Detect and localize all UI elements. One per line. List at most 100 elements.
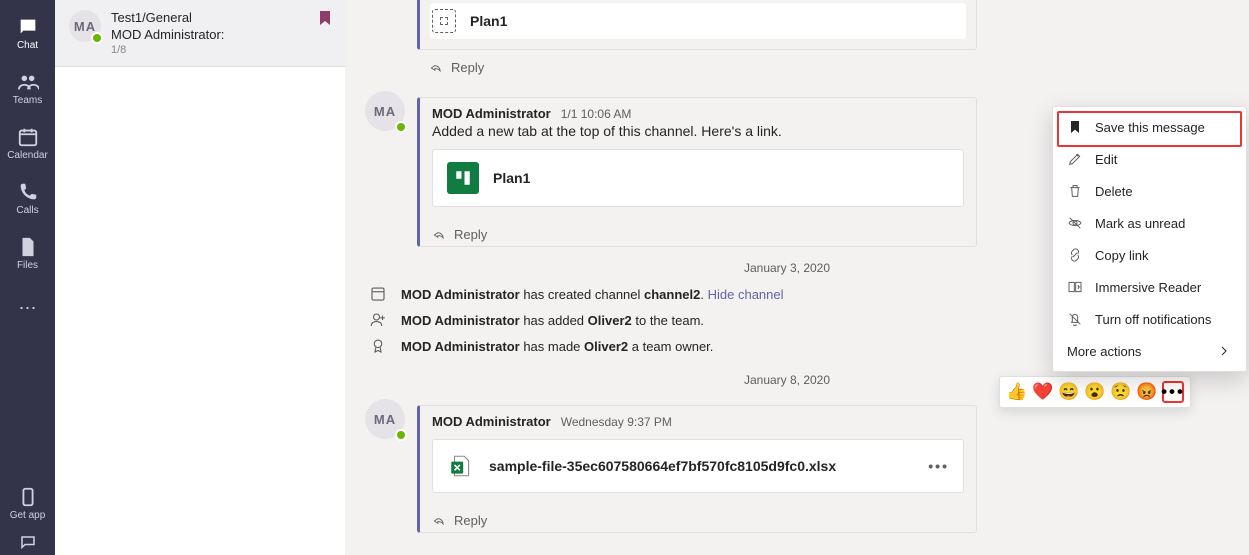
message-text: Added a new tab at the top of this chann… (432, 123, 964, 139)
menu-unread[interactable]: Mark as unread (1053, 207, 1246, 239)
avatar-initials: MA (74, 19, 96, 34)
reaction-surprised[interactable]: 😮 (1084, 381, 1106, 403)
menu-edit[interactable]: Edit (1053, 143, 1246, 175)
ellipsis-icon: ••• (1161, 382, 1185, 402)
avatar: MA (69, 10, 101, 42)
message-header: MOD Administrator Wednesday 9:37 PM (432, 414, 964, 429)
avatar: MA (365, 399, 405, 439)
unread-icon (1067, 215, 1083, 231)
edit-icon (1067, 151, 1083, 167)
menu-save-message[interactable]: Save this message (1053, 111, 1246, 143)
menu-label: More actions (1067, 344, 1141, 359)
message-date: 1/8 (111, 44, 331, 56)
bell-off-icon (1067, 311, 1083, 327)
message-author: MOD Administrator (432, 414, 551, 429)
bookmark-icon (319, 10, 331, 26)
message-header: MOD Administrator 1/1 10:06 AM (432, 106, 964, 121)
message-body: MOD Administrator Wednesday 9:37 PM samp… (417, 405, 977, 533)
menu-turn-off-notifications[interactable]: Turn off notifications (1053, 303, 1246, 335)
rail-getapp[interactable]: Get app (0, 476, 55, 531)
menu-label: Immersive Reader (1095, 280, 1201, 295)
rail-files-label: Files (17, 260, 38, 271)
add-user-icon (369, 311, 387, 329)
attachment-more-button[interactable]: ••• (928, 458, 949, 474)
menu-delete[interactable]: Delete (1053, 175, 1246, 207)
reaction-like[interactable]: 👍 (1006, 381, 1028, 403)
avatar-initials: MA (374, 104, 396, 119)
delete-icon (1067, 183, 1083, 199)
message-card: Plan1 (417, 0, 977, 50)
rail-calls-label: Calls (16, 205, 38, 216)
calendar-icon (17, 126, 39, 148)
menu-copy-link[interactable]: Copy link (1053, 239, 1246, 271)
rail-calendar[interactable]: Calendar (0, 116, 55, 171)
rail-calendar-label: Calendar (7, 150, 48, 161)
chat-list: MA Test1/General MOD Administrator: 1/8 (55, 0, 345, 555)
message-context-menu: Save this message Edit Delete Mark as un… (1052, 106, 1247, 372)
message-time: Wednesday 9:37 PM (561, 415, 672, 429)
reaction-more-button[interactable]: ••• (1162, 381, 1184, 403)
rail-files[interactable]: Files (0, 226, 55, 281)
avatar: MA (365, 91, 405, 131)
rail-chat-label: Chat (17, 40, 38, 51)
channel-icon (369, 285, 387, 303)
menu-more-actions[interactable]: More actions (1053, 335, 1246, 367)
excel-icon (447, 452, 475, 480)
chevron-right-icon (1216, 343, 1232, 359)
planner-attachment[interactable]: Plan1 (432, 149, 964, 207)
chat-list-item-meta: Test1/General MOD Administrator: 1/8 (111, 10, 331, 56)
tab-link-card[interactable]: Plan1 (430, 3, 966, 39)
reply-button[interactable]: Reply (432, 503, 964, 532)
rail-getapp-label: Get app (10, 510, 46, 521)
calls-icon (17, 181, 39, 203)
reply-icon (429, 61, 443, 75)
files-icon (17, 236, 39, 258)
menu-label: Mark as unread (1095, 216, 1185, 231)
menu-label: Save this message (1095, 120, 1205, 135)
rail-calls[interactable]: Calls (0, 171, 55, 226)
bookmark-icon (1067, 119, 1083, 135)
chat-list-item[interactable]: MA Test1/General MOD Administrator: 1/8 (55, 0, 345, 67)
system-text: MOD Administrator has added Oliver2 to t… (401, 313, 704, 328)
rail-feedback[interactable] (0, 531, 55, 555)
reaction-bar: 👍 ❤️ 😄 😮 😟 😡 ••• (999, 376, 1191, 408)
conversation-pane: Plan1 Reply MA MOD Administrator 1/1 10:… (345, 0, 1249, 555)
reaction-heart[interactable]: ❤️ (1032, 381, 1054, 403)
reply-icon (432, 228, 446, 242)
hide-channel-link[interactable]: Hide channel (708, 287, 784, 302)
chat-icon (17, 16, 39, 38)
presence-indicator (395, 429, 407, 441)
menu-label: Delete (1095, 184, 1133, 199)
feedback-icon (19, 534, 37, 552)
reply-button[interactable]: Reply (432, 217, 964, 246)
channel-name: Test1/General (111, 10, 331, 25)
getapp-icon (17, 486, 39, 508)
avatar-initials: MA (374, 412, 396, 427)
reply-button[interactable]: Reply (417, 50, 977, 79)
owner-icon (369, 337, 387, 355)
reply-label: Reply (451, 60, 484, 75)
attachment-name: Plan1 (493, 170, 530, 186)
system-text: MOD Administrator has created channel ch… (401, 287, 784, 302)
rail-more[interactable]: ⋯ (0, 281, 55, 336)
menu-label: Turn off notifications (1095, 312, 1211, 327)
menu-immersive-reader[interactable]: Immersive Reader (1053, 271, 1246, 303)
message-preview: MOD Administrator: (111, 27, 331, 42)
app-rail: Chat Teams Calendar Calls Files ⋯ Get ap… (0, 0, 55, 555)
teams-icon (17, 71, 39, 93)
reaction-laugh[interactable]: 😄 (1058, 381, 1080, 403)
presence-indicator (91, 32, 103, 44)
rail-teams[interactable]: Teams (0, 61, 55, 116)
avatar-placeholder (365, 0, 405, 79)
reaction-sad[interactable]: 😟 (1110, 381, 1132, 403)
message-body: Plan1 Reply (417, 0, 977, 79)
rail-chat[interactable]: Chat (0, 6, 55, 61)
link-icon (1067, 247, 1083, 263)
reaction-angry[interactable]: 😡 (1136, 381, 1158, 403)
presence-indicator (395, 121, 407, 133)
reader-icon (1067, 279, 1083, 295)
tab-link-icon (432, 9, 456, 33)
message-time: 1/1 10:06 AM (561, 107, 632, 121)
reply-label: Reply (454, 227, 487, 242)
file-attachment[interactable]: sample-file-35ec607580664ef7bf570fc8105d… (432, 439, 964, 493)
